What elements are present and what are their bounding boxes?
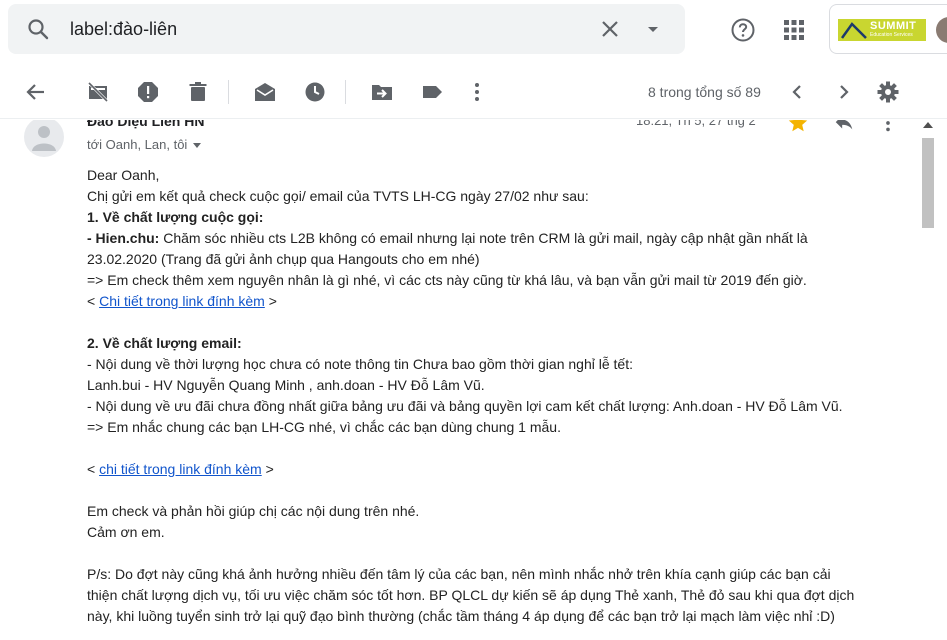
section2-arrow: => Em nhắc chung các bạn LH-CG nhé, vì c… [87, 419, 561, 435]
recipients-toggle[interactable]: tới Oanh, Lan, tôi [87, 137, 202, 152]
message-toolbar: 8 trong tổng số 89 [0, 64, 947, 119]
ps-line2: thiện chất lượng dịch vụ, tối ưu việc ch… [87, 587, 855, 603]
move-to-icon[interactable] [370, 80, 394, 104]
section1-arrow: => Em check thêm xem nguyên nhân là gì n… [87, 272, 807, 288]
more-icon[interactable] [465, 80, 489, 104]
scroll-up-arrow-icon[interactable] [923, 122, 933, 128]
section1-link-line: < Chi tiết trong link đính kèm > [87, 293, 277, 309]
sender-name[interactable]: Đào Diệu Liên HN [87, 120, 204, 129]
search-options-icon[interactable] [641, 17, 665, 41]
section1-line1: - Hien.chu: Chăm sóc nhiều cts L2B không… [87, 230, 808, 246]
search-bar[interactable]: label:đào-liên [8, 4, 685, 54]
toolbar-divider [228, 80, 229, 104]
section2-line3: - Nội dung về ưu đãi chưa đồng nhất giữa… [87, 398, 843, 414]
logo-brand-text: SUMMIT [870, 20, 917, 32]
search-icon[interactable] [26, 17, 50, 41]
attachment-link-2[interactable]: chi tiết trong link đính kèm [99, 461, 262, 477]
recipients-text: tới Oanh, Lan, tôi [87, 137, 188, 152]
account-avatar[interactable] [936, 17, 947, 43]
section2-line2: Lanh.bui - HV Nguyễn Quang Minh , anh.do… [87, 377, 485, 393]
search-input[interactable]: label:đào-liên [70, 19, 177, 40]
scrollbar-thumb[interactable] [922, 138, 934, 228]
ps-line1: P/s: Do đợt này cũng khá ảnh hưởng nhiều… [87, 566, 831, 582]
recipients-dropdown-icon[interactable] [193, 143, 202, 149]
section2-link-line: < chi tiết trong link đính kèm > [87, 461, 274, 477]
message-view: Đào Diệu Liên HN 18:21, Th 5, 27 thg 2 t… [0, 120, 947, 640]
greeting: Dear Oanh, [87, 167, 160, 183]
toolbar-divider [345, 80, 346, 104]
section2-title: 2. Về chất lượng email: [87, 335, 242, 351]
settings-icon[interactable] [876, 80, 900, 104]
section1-name: - Hien.chu: [87, 230, 160, 246]
apps-icon[interactable] [781, 17, 807, 43]
reply-icon[interactable] [833, 120, 855, 134]
section1-title: 1. Về chất lượng cuộc gọi: [87, 209, 264, 225]
newer-icon[interactable] [786, 80, 810, 104]
logo-sub-text: Education Services [870, 32, 913, 38]
top-header: label:đào-liên SUMMIT Education Services [0, 0, 947, 64]
back-icon[interactable] [24, 80, 48, 104]
mark-unread-icon[interactable] [253, 80, 277, 104]
delete-icon[interactable] [186, 80, 210, 104]
snooze-icon[interactable] [303, 80, 327, 104]
intro-line: Chị gửi em kết quả check cuộc gọi/ email… [87, 188, 589, 204]
section1-line2: 23.02.2020 (Trang đã gửi ảnh chụp qua Ha… [87, 251, 480, 267]
archive-icon[interactable] [86, 80, 110, 104]
ps-line3: này, khi luồng tuyển sinh trở lại quỹ đạ… [87, 608, 835, 624]
older-icon[interactable] [831, 80, 855, 104]
clear-search-icon[interactable] [598, 17, 622, 41]
summit-logo: SUMMIT Education Services [838, 19, 926, 41]
message-more-icon[interactable] [877, 120, 899, 134]
closing-line2: Cảm ơn em. [87, 524, 165, 540]
sender-avatar[interactable] [24, 120, 64, 157]
closing-line1: Em check và phản hồi giúp chị các nội du… [87, 503, 420, 519]
attachment-link-1[interactable]: Chi tiết trong link đính kèm [99, 293, 265, 309]
pagination-count: 8 trong tổng số 89 [648, 84, 761, 100]
account-switcher[interactable]: SUMMIT Education Services [829, 4, 947, 54]
help-icon[interactable] [730, 17, 756, 43]
report-spam-icon[interactable] [136, 80, 160, 104]
section2-line1: - Nội dung về thời lượng học chưa có not… [87, 356, 633, 372]
message-date: 18:21, Th 5, 27 thg 2 [636, 120, 756, 128]
star-icon[interactable] [787, 120, 809, 134]
message-body: Dear Oanh, Chị gửi em kết quả check cuộc… [87, 165, 897, 627]
label-icon[interactable] [420, 80, 444, 104]
